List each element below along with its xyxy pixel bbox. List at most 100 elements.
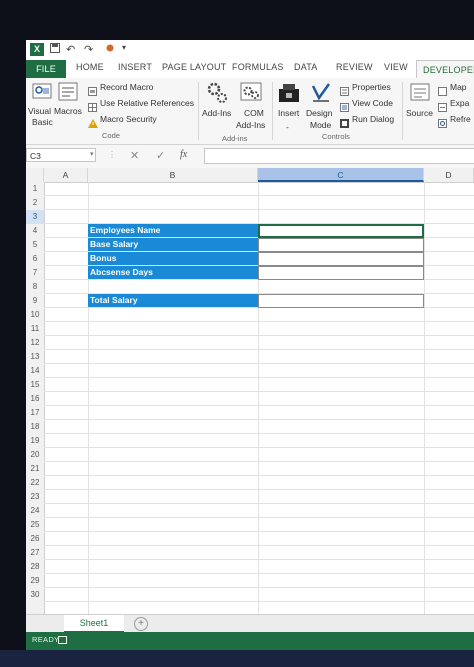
row-header[interactable]: 20 <box>26 448 44 462</box>
row-header[interactable]: 22 <box>26 476 44 490</box>
row-header[interactable]: 29 <box>26 574 44 588</box>
visual-basic-icon[interactable] <box>32 82 52 105</box>
map-properties-button[interactable]: Map <box>450 82 467 92</box>
tab-insert[interactable]: INSERT <box>118 62 152 72</box>
add-sheet-icon[interactable]: + <box>134 617 148 631</box>
insert-controls-dropdown[interactable]: - <box>286 122 289 132</box>
redo-icon[interactable]: ↷ <box>84 43 93 56</box>
source-button[interactable]: Source <box>406 108 433 118</box>
design-mode-button-line2[interactable]: Mode <box>310 120 331 130</box>
row-header[interactable]: 25 <box>26 518 44 532</box>
macro-security-button[interactable]: Macro Security <box>100 114 157 124</box>
row-header[interactable]: 19 <box>26 434 44 448</box>
name-box-dropdown-icon[interactable]: ▾ <box>90 150 94 158</box>
com-add-ins-icon[interactable] <box>240 80 264 109</box>
tab-data[interactable]: DATA <box>294 62 317 72</box>
column-header-b[interactable]: B <box>88 168 258 182</box>
tab-home[interactable]: HOME <box>76 62 104 72</box>
undo-icon[interactable]: ↶ <box>66 43 75 56</box>
row-header[interactable]: 12 <box>26 336 44 350</box>
column-header-c[interactable]: C <box>258 168 424 182</box>
row-header[interactable]: 17 <box>26 406 44 420</box>
run-dialog-icon[interactable] <box>340 115 349 133</box>
row-header[interactable]: 15 <box>26 378 44 392</box>
tab-page-layout[interactable]: PAGE LAYOUT <box>162 62 226 72</box>
insert-controls-button[interactable]: Insert <box>278 108 299 118</box>
row-header[interactable]: 3 <box>26 210 44 224</box>
sheet-tab-sheet1[interactable]: Sheet1 <box>64 615 124 633</box>
row-header[interactable]: 16 <box>26 392 44 406</box>
macro-recording-icon[interactable] <box>58 636 67 644</box>
source-icon[interactable] <box>410 82 430 107</box>
cell-b5[interactable]: Bonus <box>88 252 258 265</box>
row-header[interactable]: 11 <box>26 322 44 336</box>
cell-c5[interactable] <box>258 252 424 266</box>
view-code-button[interactable]: View Code <box>352 98 393 108</box>
cancel-icon[interactable]: ✕ <box>130 149 139 162</box>
cell-c8[interactable] <box>258 294 424 308</box>
row-header[interactable]: 28 <box>26 560 44 574</box>
column-header-a[interactable]: A <box>44 168 88 182</box>
tab-developer[interactable]: DEVELOPER <box>416 60 474 79</box>
refresh-data-icon[interactable] <box>438 115 447 133</box>
cell-b8[interactable]: Total Salary <box>88 294 258 307</box>
cell-c4[interactable] <box>258 238 424 252</box>
com-add-ins-button-line1[interactable]: COM <box>244 108 264 118</box>
row-header[interactable]: 26 <box>26 532 44 546</box>
design-mode-icon[interactable] <box>310 82 332 109</box>
tab-formulas[interactable]: FORMULAS <box>232 62 284 72</box>
row-header[interactable]: 14 <box>26 364 44 378</box>
row-header[interactable]: 6 <box>26 252 44 266</box>
expansion-packs-button[interactable]: Expa <box>450 98 469 108</box>
name-box[interactable]: C3 <box>26 148 96 162</box>
add-ins-button[interactable]: Add-Ins <box>202 108 231 118</box>
row-header[interactable]: 18 <box>26 420 44 434</box>
design-mode-button-line1[interactable]: Design <box>306 108 332 118</box>
worksheet-grid[interactable]: A B C D 1 2 3 4 5 6 7 8 9 10 11 12 13 14 15 16 17 18 19 20 2… <box>26 168 474 614</box>
row-header[interactable]: 13 <box>26 350 44 364</box>
relative-references-button[interactable]: Use Relative References <box>100 98 194 108</box>
formula-input[interactable] <box>204 148 474 164</box>
row-header[interactable]: 24 <box>26 504 44 518</box>
com-add-ins-button-line2[interactable]: Add-Ins <box>236 120 265 130</box>
cell-c6[interactable] <box>258 266 424 280</box>
row-header[interactable]: 30 <box>26 588 44 602</box>
gridline-horizontal <box>44 363 474 364</box>
cell-b3[interactable]: Employees Name <box>88 224 258 237</box>
enter-icon[interactable]: ✓ <box>156 149 165 162</box>
tab-review[interactable]: REVIEW <box>336 62 373 72</box>
tab-file[interactable]: FILE <box>26 60 66 78</box>
macros-button[interactable]: Macros <box>54 106 82 116</box>
row-header[interactable]: 9 <box>26 294 44 308</box>
row-header[interactable]: 23 <box>26 490 44 504</box>
visual-basic-button-line1[interactable]: Visual <box>28 106 51 116</box>
row-header[interactable]: 8 <box>26 280 44 294</box>
row-header[interactable]: 1 <box>26 182 44 196</box>
cell-c3-active[interactable] <box>258 224 424 238</box>
cell-b4[interactable]: Base Salary <box>88 238 258 251</box>
visual-basic-button-line2[interactable]: Basic <box>32 117 53 127</box>
column-header-d[interactable]: D <box>424 168 474 182</box>
row-header[interactable]: 7 <box>26 266 44 280</box>
record-macro-button[interactable]: Record Macro <box>100 82 153 92</box>
refresh-data-button[interactable]: Refre <box>450 114 471 124</box>
select-all-corner[interactable] <box>26 168 44 182</box>
save-icon[interactable] <box>50 43 60 56</box>
row-header[interactable]: 5 <box>26 238 44 252</box>
insert-controls-icon[interactable] <box>278 82 300 109</box>
row-header[interactable]: 21 <box>26 462 44 476</box>
customize-qat-icon[interactable]: ▾ <box>122 43 126 52</box>
excel-app-icon[interactable]: X <box>30 43 44 56</box>
row-header[interactable]: 10 <box>26 308 44 322</box>
insert-function-icon[interactable]: fx <box>180 149 187 160</box>
row-header[interactable]: 4 <box>26 224 44 238</box>
cell-b6[interactable]: Abcsense Days <box>88 266 258 279</box>
row-header[interactable]: 2 <box>26 196 44 210</box>
run-dialog-button[interactable]: Run Dialog <box>352 114 394 124</box>
tab-view[interactable]: VIEW <box>384 62 408 72</box>
add-ins-icon[interactable] <box>206 80 228 109</box>
row-header[interactable]: 27 <box>26 546 44 560</box>
macros-icon[interactable] <box>58 82 78 107</box>
properties-button[interactable]: Properties <box>352 82 391 92</box>
touch-mode-icon[interactable] <box>104 43 116 58</box>
